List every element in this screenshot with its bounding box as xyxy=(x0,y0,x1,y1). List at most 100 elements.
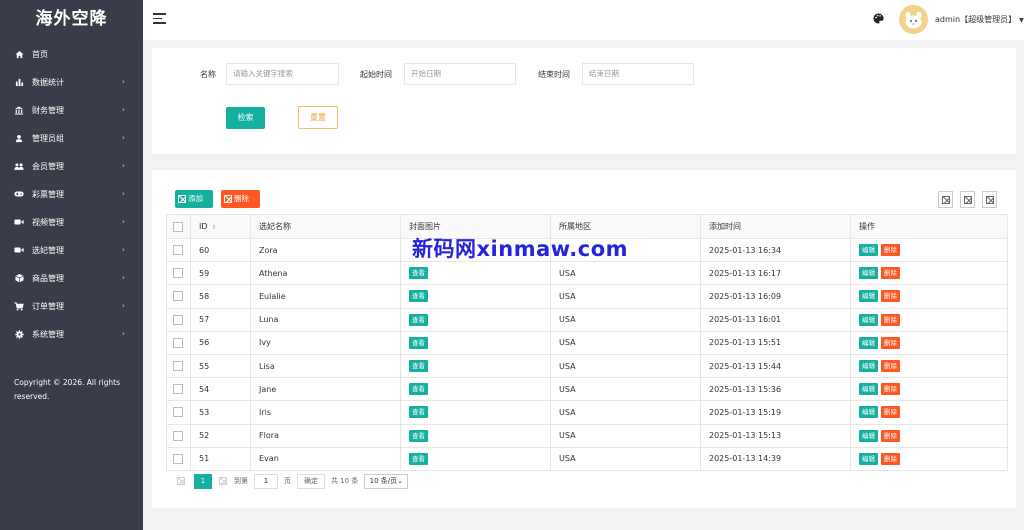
edit-button[interactable]: 编辑 xyxy=(859,313,878,326)
prev-page-icon[interactable] xyxy=(174,474,188,489)
view-cover-button[interactable]: 查看 xyxy=(409,267,428,280)
view-cover-button[interactable]: 查看 xyxy=(409,313,428,326)
delete-button[interactable]: 删除 xyxy=(221,190,260,208)
export-icon[interactable] xyxy=(960,191,975,208)
view-cover-button[interactable]: 查看 xyxy=(409,383,428,396)
sidebar-item-system[interactable]: 系统管理 › xyxy=(0,320,143,348)
page-size-select[interactable]: 10 条/页 ⌄ xyxy=(364,473,409,489)
row-checkbox[interactable] xyxy=(173,245,183,256)
row-checkbox[interactable] xyxy=(173,430,183,441)
filter-columns-icon[interactable] xyxy=(938,191,953,208)
reset-button[interactable]: 重置 xyxy=(298,106,338,129)
row-checkbox-cell xyxy=(166,307,191,332)
cell-actions: 编辑 删除 xyxy=(850,284,1008,309)
row-checkbox[interactable] xyxy=(173,361,183,372)
table-row: 53 Iris 查看 USA 2025-01-13 15:19 编辑 删除 xyxy=(166,400,1008,425)
sidebar-item-orders[interactable]: 订单管理 › xyxy=(0,292,143,320)
chevron-down-icon: ⌄ xyxy=(397,477,404,485)
delete-row-button[interactable]: 删除 xyxy=(881,336,900,349)
edit-button[interactable]: 编辑 xyxy=(859,452,878,465)
select-all-cell xyxy=(166,214,191,239)
delete-row-button[interactable]: 删除 xyxy=(881,383,900,396)
start-date-input[interactable]: 开始日期 xyxy=(404,63,516,85)
current-page[interactable]: 1 xyxy=(194,473,212,489)
print-icon[interactable] xyxy=(982,191,997,208)
delete-row-button[interactable]: 删除 xyxy=(881,406,900,419)
col-id[interactable]: ID ⇕ xyxy=(190,214,251,239)
delete-row-button[interactable]: 删除 xyxy=(881,313,900,326)
user-menu[interactable]: admin【超级管理员】 ▼ xyxy=(935,14,1024,25)
cell-cover: 查看 xyxy=(400,307,551,332)
sidebar-item-label: 视频管理 xyxy=(32,217,64,227)
cell-region xyxy=(550,237,701,263)
row-checkbox[interactable] xyxy=(173,291,183,302)
cell-cover: 查看 xyxy=(400,284,551,309)
sort-icon[interactable]: ⇕ xyxy=(212,224,217,231)
edit-button[interactable]: 编辑 xyxy=(859,290,878,303)
edit-button[interactable]: 编辑 xyxy=(859,429,878,442)
table-row: 60 Zora 2025-01-13 16:34 编辑 删除 xyxy=(166,237,1008,263)
cell-id: 57 xyxy=(190,307,251,332)
cell-id: 53 xyxy=(190,400,251,425)
edit-button[interactable]: 编辑 xyxy=(859,406,878,419)
edit-button[interactable]: 编辑 xyxy=(859,336,878,349)
select-all-checkbox[interactable] xyxy=(173,221,183,232)
sidebar-item-lottery[interactable]: 彩票管理 › xyxy=(0,180,143,208)
view-cover-button[interactable]: 查看 xyxy=(409,336,428,349)
view-cover-button[interactable]: 查看 xyxy=(409,290,428,303)
sidebar-item-admin-group[interactable]: 管理员组 › xyxy=(0,124,143,152)
sidebar-item-video[interactable]: 视频管理 › xyxy=(0,208,143,236)
sidebar-item-members[interactable]: 会员管理 › xyxy=(0,152,143,180)
add-button[interactable]: 添加 xyxy=(175,190,213,208)
edit-button[interactable]: 编辑 xyxy=(859,360,878,373)
cell-actions: 编辑 删除 xyxy=(850,377,1008,402)
view-cover-button[interactable]: 查看 xyxy=(409,360,428,373)
row-checkbox-cell xyxy=(166,237,191,263)
total-count: 共 10 条 xyxy=(331,477,359,485)
delete-row-button[interactable]: 删除 xyxy=(881,267,900,280)
cell-actions: 编辑 删除 xyxy=(850,446,1008,471)
cell-time: 2025-01-13 15:13 xyxy=(700,423,851,448)
sidebar-item-products[interactable]: 商品管理 › xyxy=(0,264,143,292)
row-checkbox[interactable] xyxy=(173,268,183,279)
delete-row-button[interactable]: 删除 xyxy=(881,429,900,442)
sidebar-item-label: 财务管理 xyxy=(32,105,64,115)
sidebar-item-stats[interactable]: 数据统计 › xyxy=(0,68,143,96)
edit-button[interactable]: 编辑 xyxy=(859,383,878,396)
row-checkbox[interactable] xyxy=(173,314,183,325)
next-page-icon[interactable] xyxy=(218,474,228,489)
cell-time: 2025-01-13 15:19 xyxy=(700,400,851,425)
col-time: 添加时间 xyxy=(700,214,851,239)
palette-icon[interactable] xyxy=(873,13,884,24)
row-checkbox-cell xyxy=(166,446,191,471)
menu-toggle-icon[interactable] xyxy=(153,13,166,24)
page-number-input[interactable]: 1 xyxy=(254,473,278,489)
edit-button[interactable]: 编辑 xyxy=(859,267,878,280)
view-cover-button[interactable]: 查看 xyxy=(409,429,428,442)
view-cover-button[interactable]: 查看 xyxy=(409,406,428,419)
chevron-right-icon: › xyxy=(121,273,125,282)
delete-row-button[interactable]: 删除 xyxy=(881,360,900,373)
delete-row-button[interactable]: 删除 xyxy=(881,290,900,303)
row-checkbox[interactable] xyxy=(173,453,183,464)
sidebar-item-finance[interactable]: 财务管理 › xyxy=(0,96,143,124)
sidebar-item-select-concubine[interactable]: 选妃管理 › xyxy=(0,236,143,264)
search-button[interactable]: 检索 xyxy=(226,107,265,129)
row-checkbox[interactable] xyxy=(173,337,183,348)
bank-icon xyxy=(14,105,24,115)
edit-button[interactable]: 编辑 xyxy=(859,244,878,257)
cell-time: 2025-01-13 16:09 xyxy=(700,284,851,309)
sidebar-item-home[interactable]: 首页 xyxy=(0,40,143,68)
end-date-input[interactable]: 结束日期 xyxy=(582,63,694,85)
name-search-input[interactable]: 请输入关键字搜索 xyxy=(226,63,339,85)
delete-row-button[interactable]: 删除 xyxy=(881,244,900,257)
cell-name: Luna xyxy=(250,307,401,332)
delete-row-button[interactable]: 删除 xyxy=(881,452,900,465)
avatar[interactable] xyxy=(899,5,928,34)
view-cover-button[interactable]: 查看 xyxy=(409,452,428,465)
cell-region: USA xyxy=(550,307,701,332)
end-time-label: 结束时间 xyxy=(538,70,570,79)
row-checkbox[interactable] xyxy=(173,384,183,395)
row-checkbox[interactable] xyxy=(173,407,183,418)
page-confirm-button[interactable]: 确定 xyxy=(297,473,325,489)
